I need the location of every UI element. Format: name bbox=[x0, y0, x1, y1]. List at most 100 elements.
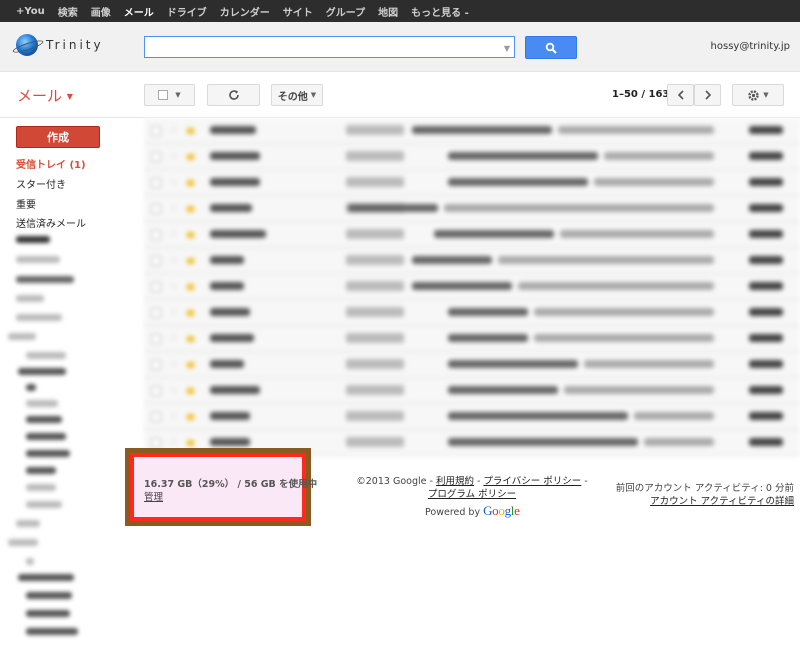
star-icon[interactable]: ☆ bbox=[169, 307, 179, 318]
nav-more[interactable]: もっと見る - bbox=[411, 4, 469, 19]
row-checkbox[interactable] bbox=[151, 334, 161, 344]
important-marker-icon[interactable] bbox=[187, 414, 194, 420]
nav-sites[interactable]: サイト bbox=[283, 4, 313, 19]
nav-calendar[interactable]: カレンダー bbox=[220, 4, 270, 19]
row-subject-blurred bbox=[448, 360, 578, 368]
important-marker-icon[interactable] bbox=[187, 258, 194, 264]
message-row[interactable]: ☆ bbox=[144, 274, 800, 300]
nav-maps[interactable]: 地図 bbox=[378, 4, 398, 19]
terms-link[interactable]: 利用規約 bbox=[436, 476, 474, 487]
mail-app-switcher[interactable]: メール ▼ bbox=[17, 85, 73, 106]
row-sender-blurred bbox=[210, 438, 250, 446]
search-input[interactable] bbox=[145, 37, 514, 57]
row-checkbox[interactable] bbox=[151, 386, 161, 396]
important-marker-icon[interactable] bbox=[187, 180, 194, 186]
row-checkbox[interactable] bbox=[151, 360, 161, 370]
privacy-link[interactable]: プライバシー ポリシー bbox=[483, 476, 581, 487]
row-snippet-blurred bbox=[534, 334, 714, 342]
trinity-logo[interactable]: Trinity bbox=[16, 34, 104, 56]
message-row[interactable]: ☆ bbox=[144, 404, 800, 430]
nav-search[interactable]: 検索 bbox=[58, 4, 78, 19]
star-icon[interactable]: ☆ bbox=[169, 125, 179, 136]
important-marker-icon[interactable] bbox=[187, 284, 194, 290]
row-checkbox[interactable] bbox=[151, 152, 161, 162]
star-icon[interactable]: ☆ bbox=[169, 151, 179, 162]
account-activity-link[interactable]: アカウント アクティビティの詳細 bbox=[650, 496, 794, 507]
important-marker-icon[interactable] bbox=[187, 440, 194, 446]
star-icon[interactable]: ☆ bbox=[169, 333, 179, 344]
important-marker-icon[interactable] bbox=[187, 388, 194, 394]
star-icon[interactable]: ☆ bbox=[169, 177, 179, 188]
search-options-caret-icon[interactable]: ▼ bbox=[504, 44, 510, 53]
row-snippet-blurred bbox=[594, 178, 714, 186]
row-checkbox[interactable] bbox=[151, 256, 161, 266]
row-checkbox[interactable] bbox=[151, 282, 161, 292]
star-icon[interactable]: ☆ bbox=[169, 385, 179, 396]
message-row[interactable]: ☆ bbox=[144, 170, 800, 196]
message-row[interactable]: ☆ bbox=[144, 378, 800, 404]
nav-drive[interactable]: ドライブ bbox=[167, 4, 207, 19]
row-label-blurred bbox=[346, 307, 404, 317]
compose-button[interactable]: 作成 bbox=[16, 126, 100, 148]
refresh-button[interactable] bbox=[207, 84, 260, 106]
manage-storage-link[interactable]: 管理 bbox=[144, 489, 163, 503]
refresh-icon bbox=[228, 90, 239, 100]
message-row[interactable]: ☆ bbox=[144, 222, 800, 248]
important-marker-icon[interactable] bbox=[187, 336, 194, 342]
star-icon[interactable]: ☆ bbox=[169, 411, 179, 422]
row-snippet-blurred bbox=[634, 412, 714, 420]
star-icon[interactable]: ☆ bbox=[169, 437, 179, 448]
message-row[interactable]: ☆ bbox=[144, 300, 800, 326]
row-label-blurred bbox=[346, 177, 404, 187]
message-row[interactable]: ☆ bbox=[144, 144, 800, 170]
sidebar-item-inbox[interactable]: 受信トレイ (1) bbox=[16, 156, 86, 171]
sidebar-item-important[interactable]: 重要 bbox=[16, 196, 36, 211]
checkbox-icon bbox=[158, 90, 169, 100]
caret-down-icon: ▼ bbox=[310, 91, 317, 99]
star-icon[interactable]: ☆ bbox=[169, 281, 179, 292]
row-checkbox[interactable] bbox=[151, 204, 161, 214]
row-subject-blurred bbox=[448, 438, 638, 446]
star-icon[interactable]: ☆ bbox=[169, 255, 179, 266]
caret-down-icon: ▼ bbox=[66, 92, 73, 101]
important-marker-icon[interactable] bbox=[187, 128, 194, 134]
row-checkbox[interactable] bbox=[151, 438, 161, 448]
last-activity-text: 前回のアカウント アクティビティ: 0 分前 bbox=[615, 483, 794, 494]
star-icon[interactable]: ☆ bbox=[169, 229, 179, 240]
sidebar-item-sent[interactable]: 送信済みメール bbox=[16, 215, 86, 230]
star-icon[interactable]: ☆ bbox=[169, 203, 179, 214]
search-button[interactable] bbox=[525, 36, 577, 59]
program-policy-link[interactable]: プログラム ポリシー bbox=[428, 489, 516, 500]
account-email[interactable]: hossy@trinity.jp bbox=[711, 41, 790, 52]
select-all-button[interactable]: ▼ bbox=[144, 84, 195, 106]
nav-mail[interactable]: メール bbox=[124, 4, 154, 19]
nav-groups[interactable]: グループ bbox=[326, 4, 365, 19]
sidebar-item-starred[interactable]: スター付き bbox=[16, 176, 66, 191]
settings-button[interactable]: ▼ bbox=[732, 84, 784, 106]
more-actions-button[interactable]: その他 ▼ bbox=[271, 84, 323, 106]
row-date-blurred bbox=[749, 178, 783, 186]
important-marker-icon[interactable] bbox=[187, 154, 194, 160]
important-marker-icon[interactable] bbox=[187, 232, 194, 238]
important-marker-icon[interactable] bbox=[187, 206, 194, 212]
message-row[interactable]: ☆ bbox=[144, 326, 800, 352]
message-row[interactable]: ☆ bbox=[144, 248, 800, 274]
older-button[interactable] bbox=[694, 84, 721, 106]
important-marker-icon[interactable] bbox=[187, 310, 194, 316]
row-subject-blurred bbox=[412, 126, 552, 134]
message-row[interactable]: ☆ bbox=[144, 196, 800, 222]
more-actions-label: その他 bbox=[277, 91, 308, 103]
row-checkbox[interactable] bbox=[151, 308, 161, 318]
row-checkbox[interactable] bbox=[151, 412, 161, 422]
row-checkbox[interactable] bbox=[151, 126, 161, 136]
nav-plus-you[interactable]: +You bbox=[16, 6, 45, 17]
star-icon[interactable]: ☆ bbox=[169, 359, 179, 370]
row-checkbox[interactable] bbox=[151, 230, 161, 240]
nav-images[interactable]: 画像 bbox=[91, 4, 111, 19]
chevron-right-icon bbox=[704, 90, 711, 100]
important-marker-icon[interactable] bbox=[187, 362, 194, 368]
row-checkbox[interactable] bbox=[151, 178, 161, 188]
message-row[interactable]: ☆ bbox=[144, 352, 800, 378]
message-row[interactable]: ☆ bbox=[144, 118, 800, 144]
newer-button[interactable] bbox=[667, 84, 694, 106]
